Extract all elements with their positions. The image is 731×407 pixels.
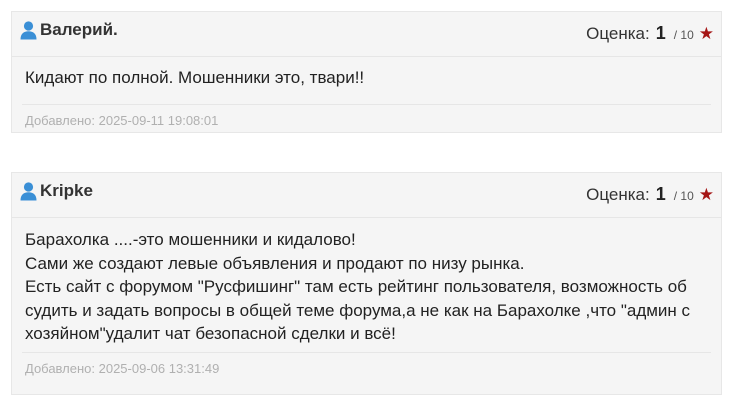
review-header: Kripke Оценка: 1 / 10 ★ bbox=[12, 173, 721, 218]
review-text-line: Есть сайт с форумом "Русфишинг" там есть… bbox=[25, 277, 687, 296]
review-author: Валерий. bbox=[20, 20, 118, 40]
review-text-line: судить и задать вопросы в общей теме фор… bbox=[25, 300, 691, 320]
author-name: Kripke bbox=[40, 181, 93, 200]
star-icon: ★ bbox=[698, 185, 714, 204]
review-rating: Оценка: 1 / 10 ★ bbox=[586, 23, 714, 44]
rating-label: Оценка: bbox=[586, 24, 650, 43]
review-text-line: Сами же создают левые объявления и прода… bbox=[25, 253, 525, 273]
review-date: Добавлено: 2025-09-11 19:08:01 bbox=[22, 104, 711, 128]
review-text: Кидают по полной. Мошенники это, твари!! bbox=[12, 57, 721, 104]
user-icon bbox=[20, 181, 37, 201]
user-icon bbox=[20, 20, 37, 40]
star-icon: ★ bbox=[698, 24, 714, 43]
review-text-line: хозяйном"удалит чат безопасной сделки и … bbox=[25, 324, 396, 343]
review-text-line: Кидают по полной. Мошенники это, твари!! bbox=[25, 68, 365, 87]
rating-value: 1 bbox=[655, 184, 666, 204]
rating-max: / 10 bbox=[673, 189, 694, 203]
review-header: Валерий. Оценка: 1 / 10 ★ bbox=[12, 12, 721, 57]
rating-value: 1 bbox=[655, 23, 666, 43]
review-author: Kripke bbox=[20, 181, 93, 201]
rating-label: Оценка: bbox=[586, 185, 650, 204]
review-card: Валерий. Оценка: 1 / 10 ★ Кидают по полн… bbox=[11, 11, 722, 133]
rating-max: / 10 bbox=[673, 28, 694, 42]
review-rating: Оценка: 1 / 10 ★ bbox=[586, 184, 714, 205]
review-text: Барахолка ....-это мошенники и кидалово!… bbox=[12, 218, 721, 348]
review-card: Kripke Оценка: 1 / 10 ★ Барахолка ....-э… bbox=[11, 172, 722, 395]
review-date: Добавлено: 2025-09-06 13:31:49 bbox=[22, 352, 711, 376]
review-text-line: Барахолка ....-это мошенники и кидалово! bbox=[25, 230, 356, 249]
author-name: Валерий. bbox=[40, 20, 118, 39]
